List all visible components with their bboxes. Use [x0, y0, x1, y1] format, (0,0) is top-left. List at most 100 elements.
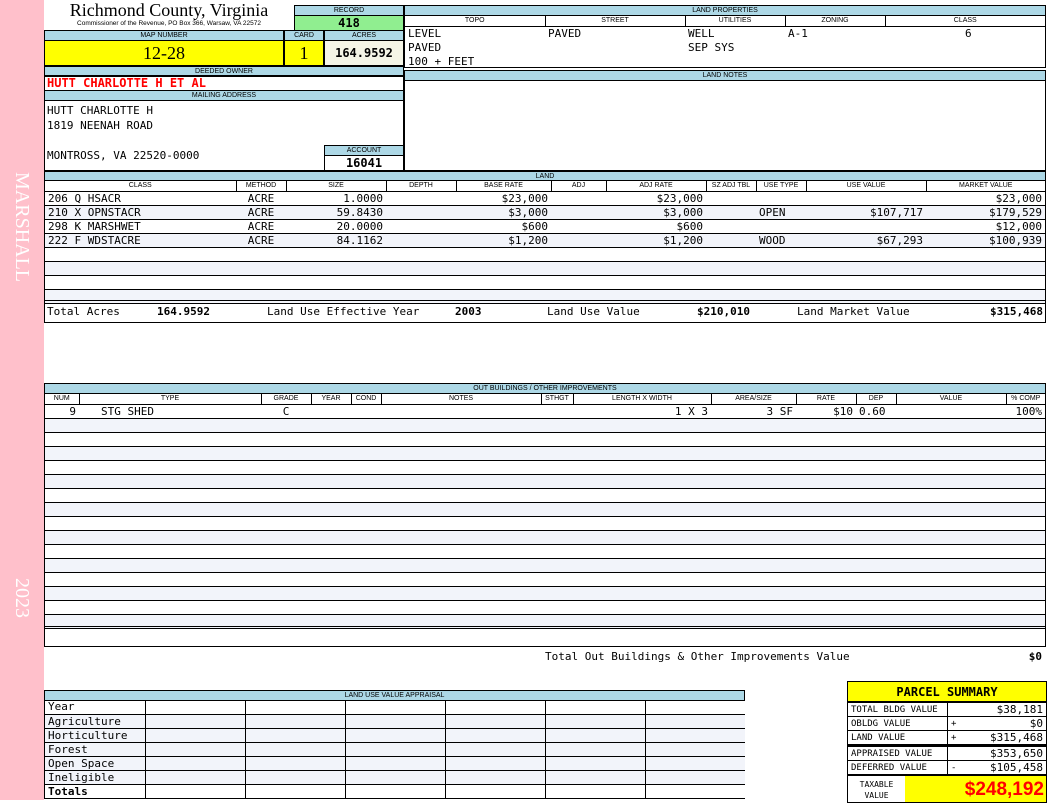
ob-cell [856, 488, 896, 503]
land-col-header: BASE RATE [455, 181, 551, 192]
luva-cell [544, 742, 646, 757]
land-cell [756, 247, 806, 262]
ob-row: 9 STG SHED C 1 X 33 SF $10 0.60 100% [45, 404, 1045, 419]
ob-cell [45, 474, 79, 489]
ob-cell [79, 572, 261, 587]
eff-year-label: Land Use Effective Year [267, 305, 420, 318]
ob-cell [381, 600, 541, 615]
county-subtitle: Commissioner of the Revenue, PO Box 366,… [77, 20, 261, 27]
ob-cell [45, 558, 79, 573]
land-cell: $1,200 [456, 233, 551, 248]
luva-cell [344, 756, 446, 771]
summary-title: PARCEL SUMMARY [847, 681, 1047, 702]
card-number: 1 [284, 40, 324, 66]
ob-col-header: LENGTH X WIDTH [572, 394, 711, 405]
luva-row: Horticulture [44, 728, 745, 743]
summary-label: TOTAL BLDG VALUE [847, 702, 948, 717]
taxable-label: TAXABLE VALUE [859, 780, 894, 800]
land-cell: 1.0000 [286, 191, 386, 206]
address-line-1: HUTT CHARLOTTE H [47, 104, 153, 117]
ob-cell [541, 418, 573, 433]
land-cell [926, 275, 1045, 290]
land-cell: $107,717 [806, 205, 926, 220]
land-cell [45, 247, 236, 262]
ob-cell [896, 404, 1006, 419]
land-cell [236, 261, 286, 276]
ob-cell [45, 460, 79, 475]
land-col-header: ADJ RATE [605, 181, 706, 192]
street: PAVED [548, 26, 582, 40]
record-value: 418 [294, 15, 404, 31]
ob-cell [573, 572, 711, 587]
map-number: 12-28 [44, 40, 284, 66]
ob-cell [541, 558, 573, 573]
ob-row [45, 572, 1045, 587]
ob-cell [796, 600, 856, 615]
ob-cell [261, 544, 311, 559]
ob-cell [79, 502, 261, 517]
summary-value: $38,181 [961, 702, 1047, 717]
ob-cell [856, 586, 896, 601]
ob-col-header: RATE [795, 394, 856, 405]
ob-cell [261, 502, 311, 517]
summary-operator: + [947, 730, 962, 746]
land-row: 222 F WDSTACRE ACRE 84.1162 $1,200 $1,200 WOO… [45, 233, 1045, 248]
ob-cell [351, 558, 381, 573]
ob-cell [381, 502, 541, 517]
ob-cell [311, 516, 351, 531]
owner-name: HUTT CHARLOTTE H ET AL [44, 75, 404, 91]
ob-cell [711, 516, 796, 531]
luva-cell [644, 756, 745, 771]
luva-row: Agriculture [44, 714, 745, 729]
land-cell [551, 261, 606, 276]
ob-cell [381, 432, 541, 447]
land-cell: $23,000 [456, 191, 551, 206]
ob-cell: 9 [45, 404, 79, 419]
ob-row [45, 544, 1045, 559]
summary-row: APPRAISED VALUE $353,650 [847, 745, 1047, 761]
ob-cell: STG SHED [79, 404, 261, 419]
ob-cell [711, 432, 796, 447]
ob-cell [261, 586, 311, 601]
ob-cell [796, 460, 856, 475]
ob-cell [796, 502, 856, 517]
ob-cell [896, 460, 1006, 475]
ob-cell [351, 404, 381, 419]
taxable-row: TAXABLE VALUE $248,192 [847, 775, 1047, 803]
ob-cell [261, 600, 311, 615]
total-acres: 164.9592 [157, 305, 210, 318]
ob-cell [311, 558, 351, 573]
luva-cell [244, 756, 346, 771]
land-col-header: SZ ADJ TBL [705, 181, 756, 192]
ob-cell: $10 [796, 404, 856, 419]
summary-row: DEFERRED VALUE - $105,458 [847, 760, 1047, 775]
land-cell: 222 F WDSTACRE [45, 233, 236, 248]
luva-cell [145, 728, 246, 743]
land-cell [286, 275, 386, 290]
ob-cell [351, 502, 381, 517]
land-cell [706, 247, 756, 262]
land-cell [45, 275, 236, 290]
ob-cell [261, 432, 311, 447]
land-cell: 20.0000 [286, 219, 386, 234]
ob-cell [896, 530, 1006, 545]
outbuildings-total: Total Out Buildings & Other Improvements… [45, 626, 1045, 663]
ob-row [45, 446, 1045, 461]
ob-cell [1006, 502, 1045, 517]
luva-cell [145, 756, 246, 771]
ob-cell [711, 558, 796, 573]
luva-cell [444, 742, 546, 757]
land-cell [386, 233, 456, 248]
land-cell: $100,939 [926, 233, 1045, 248]
ob-cell [311, 544, 351, 559]
ob-cell [351, 446, 381, 461]
ob-cell [796, 432, 856, 447]
ob-row [45, 460, 1045, 475]
ob-cell [711, 600, 796, 615]
ob-row [45, 432, 1045, 447]
ob-cell [541, 502, 573, 517]
land-cell: $23,000 [926, 191, 1045, 206]
luva-cell [244, 770, 346, 785]
use-value-label: Land Use Value [547, 305, 640, 318]
summary-value: $0 [961, 716, 1047, 731]
